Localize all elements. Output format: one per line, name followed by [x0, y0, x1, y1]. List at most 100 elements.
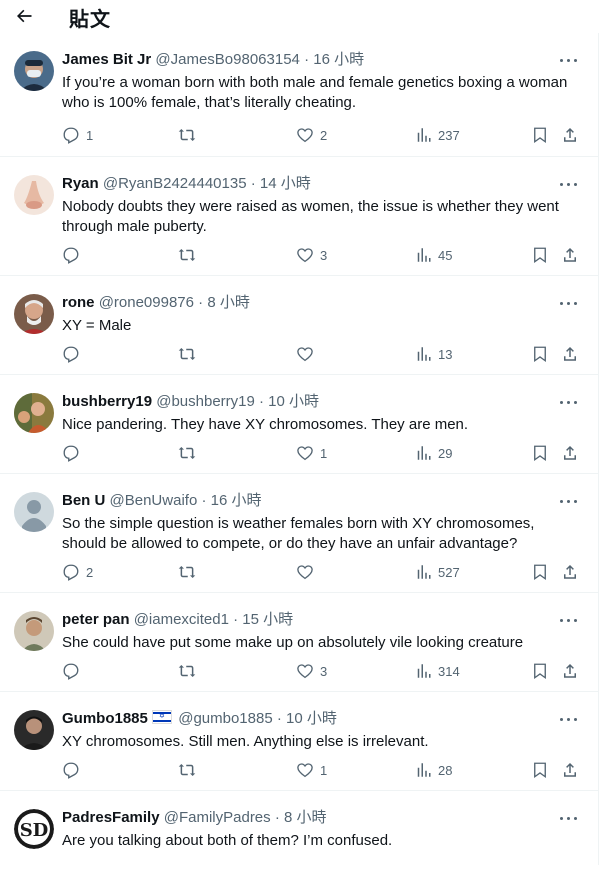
- views-count: 45: [438, 247, 453, 263]
- share-button[interactable]: [561, 344, 579, 364]
- avatar[interactable]: [14, 51, 54, 91]
- reply-button[interactable]: [62, 760, 86, 780]
- bookmark-button[interactable]: [531, 562, 549, 582]
- author-handle[interactable]: @rone099876: [99, 294, 194, 311]
- views-button[interactable]: 13: [414, 344, 452, 364]
- timestamp[interactable]: · 14 小時: [251, 175, 311, 192]
- author-name[interactable]: bushberry19: [62, 393, 152, 410]
- author-name[interactable]: Ben U: [62, 492, 105, 509]
- heart-icon: [297, 664, 313, 679]
- views-button[interactable]: 29: [414, 443, 452, 463]
- like-button[interactable]: 1: [296, 760, 327, 780]
- author-handle[interactable]: @iamexcited1: [134, 611, 229, 628]
- like-button[interactable]: [296, 562, 320, 582]
- views-button[interactable]: 45: [414, 245, 452, 265]
- like-button[interactable]: 3: [296, 661, 327, 681]
- reply-item[interactable]: James Bit Jr @JamesBo98063154 · 16 小時 If…: [0, 33, 598, 157]
- author-name[interactable]: rone: [62, 294, 95, 311]
- views-button[interactable]: 527: [414, 562, 460, 582]
- avatar[interactable]: [14, 175, 54, 215]
- retweet-button[interactable]: [178, 661, 196, 681]
- author-handle[interactable]: @JamesBo98063154: [155, 51, 300, 68]
- views-icon: [417, 565, 431, 579]
- like-button[interactable]: [296, 344, 320, 364]
- reply-button[interactable]: 2: [62, 562, 93, 582]
- more-options-icon[interactable]: [560, 496, 578, 506]
- author-handle[interactable]: @bushberry19: [156, 393, 255, 410]
- avatar[interactable]: [14, 393, 54, 433]
- author-name[interactable]: Gumbo1885: [62, 710, 148, 727]
- retweet-button[interactable]: [178, 562, 196, 582]
- author-name[interactable]: Ryan: [62, 175, 99, 192]
- bookmark-button[interactable]: [531, 344, 549, 364]
- bookmark-button[interactable]: [531, 245, 549, 265]
- timestamp[interactable]: · 8 小時: [198, 294, 250, 311]
- avatar[interactable]: [14, 611, 54, 651]
- like-button[interactable]: 2: [296, 125, 327, 145]
- retweet-button[interactable]: [178, 443, 196, 463]
- share-button[interactable]: [561, 443, 579, 463]
- like-button[interactable]: 3: [296, 245, 327, 265]
- like-button[interactable]: 1: [296, 443, 327, 463]
- share-button[interactable]: [561, 245, 579, 265]
- author-name[interactable]: PadresFamily: [62, 809, 160, 826]
- bookmark-button[interactable]: [531, 125, 549, 145]
- reply-item[interactable]: rone @rone099876 · 8 小時 XY = Male 13: [0, 276, 598, 375]
- timestamp[interactable]: · 16 小時: [304, 51, 364, 68]
- reply-button[interactable]: [62, 344, 86, 364]
- reply-button[interactable]: [62, 661, 86, 681]
- timestamp[interactable]: · 16 小時: [201, 492, 261, 509]
- avatar[interactable]: [14, 710, 54, 750]
- author-handle[interactable]: @FamilyPadres: [164, 809, 271, 826]
- timestamp[interactable]: · 15 小時: [233, 611, 293, 628]
- retweet-button[interactable]: [178, 245, 196, 265]
- more-options-icon[interactable]: [560, 179, 578, 189]
- share-icon: [564, 663, 576, 678]
- more-options-icon[interactable]: [560, 615, 578, 625]
- views-button[interactable]: 314: [414, 661, 460, 681]
- author-handle[interactable]: @BenUwaifo: [110, 492, 198, 509]
- heart-icon: [297, 128, 313, 143]
- reply-text: Nobody doubts they were raised as women,…: [62, 198, 559, 235]
- views-button[interactable]: 28: [414, 760, 452, 780]
- timestamp[interactable]: · 8 小時: [275, 809, 327, 826]
- reply-button[interactable]: 1: [62, 125, 93, 145]
- more-options-icon[interactable]: [560, 298, 578, 308]
- share-button[interactable]: [561, 760, 579, 780]
- avatar[interactable]: [14, 294, 54, 334]
- reply-item[interactable]: Ryan @RyanB2424440135 · 14 小時 Nobody dou…: [0, 157, 598, 276]
- share-button[interactable]: [561, 661, 579, 681]
- more-options-icon[interactable]: [560, 397, 578, 407]
- timestamp[interactable]: · 10 小時: [277, 710, 337, 727]
- views-button[interactable]: 237: [414, 125, 460, 145]
- share-button[interactable]: [561, 125, 579, 145]
- bookmark-button[interactable]: [531, 443, 549, 463]
- author-name[interactable]: James Bit Jr: [62, 51, 151, 68]
- retweet-button[interactable]: [178, 344, 196, 364]
- more-options-icon[interactable]: [560, 813, 578, 823]
- bookmark-button[interactable]: [531, 760, 549, 780]
- reply-item[interactable]: Gumbo1885 ✡ @gumbo1885 · 10 小時 XY chromo…: [0, 692, 598, 791]
- author-name[interactable]: peter pan: [62, 611, 130, 628]
- reply-item[interactable]: SD PadresFamily @FamilyPadres · 8 小時 Are…: [0, 791, 598, 891]
- avatar[interactable]: [14, 492, 54, 532]
- reply-item[interactable]: Ben U @BenUwaifo · 16 小時 So the simple q…: [0, 474, 598, 593]
- share-button[interactable]: [561, 562, 579, 582]
- retweet-button[interactable]: [178, 760, 196, 780]
- bookmark-button[interactable]: [531, 661, 549, 681]
- reply-item[interactable]: bushberry19 @bushberry19 · 10 小時 Nice pa…: [0, 375, 598, 474]
- reply-button[interactable]: [62, 443, 86, 463]
- author-handle[interactable]: @RyanB2424440135: [103, 175, 247, 192]
- avatar[interactable]: SD: [14, 809, 54, 849]
- like-count: 2: [320, 127, 328, 143]
- retweet-button[interactable]: [178, 125, 196, 145]
- reply-item[interactable]: peter pan @iamexcited1 · 15 小時 She could…: [0, 593, 598, 692]
- retweet-icon: [178, 129, 196, 141]
- more-options-icon[interactable]: [560, 55, 578, 65]
- author-handle[interactable]: @gumbo1885: [178, 710, 272, 727]
- more-options-icon[interactable]: [560, 714, 578, 724]
- action-bar: 1 29: [62, 443, 578, 463]
- reply-button[interactable]: [62, 245, 86, 265]
- back-arrow-icon[interactable]: [14, 6, 34, 26]
- timestamp[interactable]: · 10 小時: [259, 393, 319, 410]
